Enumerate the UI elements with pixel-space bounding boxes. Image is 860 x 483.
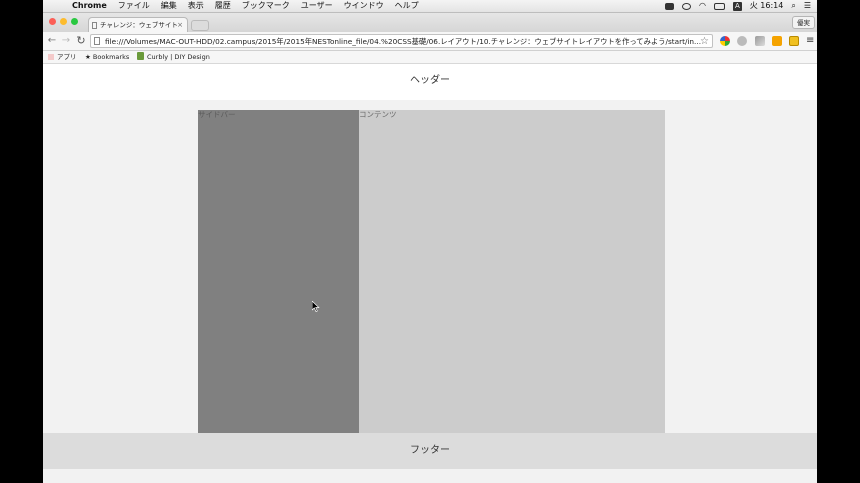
menu-file[interactable]: ファイル <box>118 0 150 12</box>
content-label: コンテンツ <box>359 110 397 119</box>
star-icon: ★ <box>85 53 93 61</box>
url-text: file:///Volumes/MAC-OUT-HDD/02.campus/20… <box>105 37 702 46</box>
new-tab-button[interactable] <box>191 20 209 31</box>
record-icon[interactable] <box>681 2 691 10</box>
mac-menu-bar: Chrome ファイル 編集 表示 履歴 ブックマーク ユーザー ウインドウ ヘ… <box>43 0 817 13</box>
site-sidebar: サイドバー <box>198 110 359 433</box>
menu-bookmarks[interactable]: ブックマーク <box>242 0 290 12</box>
menu-window[interactable]: ウインドウ <box>344 0 384 12</box>
screen: Chrome ファイル 編集 表示 履歴 ブックマーク ユーザー ウインドウ ヘ… <box>43 0 817 483</box>
bookmark-curbly-label: Curbly | DIY Design <box>147 53 210 61</box>
bookmark-star-icon[interactable]: ☆ <box>700 35 709 47</box>
chrome-menu-icon[interactable]: ≡ <box>806 35 814 47</box>
menu-view[interactable]: 表示 <box>188 0 204 12</box>
page-viewport: ヘッダー サイドバー コンテンツ フッター <box>43 64 817 483</box>
extension-gray-icon[interactable] <box>737 36 747 46</box>
forward-button[interactable]: → <box>60 34 72 48</box>
tab-close-icon[interactable]: × <box>177 18 183 32</box>
window-minimize-button[interactable] <box>60 18 67 25</box>
mouse-cursor-icon <box>312 301 320 312</box>
menu-edit[interactable]: 編集 <box>161 0 177 12</box>
menu-help[interactable]: ヘルプ <box>395 0 419 12</box>
address-bar[interactable]: file:///Volumes/MAC-OUT-HDD/02.campus/20… <box>90 34 713 48</box>
bookmark-bookmarks-label: Bookmarks <box>92 53 130 61</box>
spotlight-icon[interactable]: ⌕ <box>791 0 795 12</box>
app-menus: Chrome ファイル 編集 表示 履歴 ブックマーク ユーザー ウインドウ ヘ… <box>72 0 419 12</box>
extension-color-icon[interactable] <box>720 36 730 46</box>
tab-active[interactable]: チャレンジ：ウェブサイトレ × <box>88 17 188 32</box>
curbly-icon <box>137 52 144 60</box>
extension-feed-icon[interactable] <box>772 36 782 46</box>
status-area: ◠ A 火 16:14 ⌕ ☰ <box>664 0 811 12</box>
dropbox-icon[interactable] <box>664 2 674 10</box>
document-icon <box>92 22 97 29</box>
back-button[interactable]: ← <box>46 34 58 48</box>
menu-people[interactable]: ユーザー <box>301 0 333 12</box>
bookmark-apps-label: アプリ <box>57 53 77 61</box>
notification-center-icon[interactable]: ☰ <box>804 0 811 12</box>
profile-button[interactable]: 優実 <box>792 16 815 29</box>
tab-title: チャレンジ：ウェブサイトレ <box>100 21 178 29</box>
clock[interactable]: 火 16:14 <box>750 0 784 12</box>
battery-icon[interactable] <box>713 2 725 10</box>
wifi-icon[interactable]: ◠ <box>699 0 706 12</box>
browser-toolbar: ← → ↻ file:///Volumes/MAC-OUT-HDD/02.cam… <box>43 32 817 51</box>
bookmarks-bar: アプリ ★ Bookmarks Curbly | DIY Design <box>43 51 817 64</box>
extension-folder-icon[interactable] <box>789 36 799 46</box>
sidebar-label: サイドバー <box>198 110 236 119</box>
site-header: ヘッダー <box>43 64 817 100</box>
bookmark-apps[interactable]: アプリ <box>48 51 77 63</box>
menu-chrome[interactable]: Chrome <box>72 0 107 12</box>
menu-history[interactable]: 履歴 <box>215 0 231 12</box>
input-source-icon[interactable]: A <box>732 1 742 11</box>
site-content: コンテンツ <box>359 110 665 433</box>
extension-layers-icon[interactable] <box>755 36 765 46</box>
bookmark-curbly[interactable]: Curbly | DIY Design <box>137 51 210 63</box>
bookmark-folder-bookmarks[interactable]: ★ Bookmarks <box>85 51 129 63</box>
site-footer: フッター <box>43 433 817 469</box>
reload-button[interactable]: ↻ <box>75 34 87 48</box>
page-icon <box>94 37 100 45</box>
window-zoom-button[interactable] <box>71 18 78 25</box>
apps-grid-icon <box>48 54 54 60</box>
tab-strip: チャレンジ：ウェブサイトレ × 優実 <box>43 13 817 32</box>
window-close-button[interactable] <box>49 18 56 25</box>
